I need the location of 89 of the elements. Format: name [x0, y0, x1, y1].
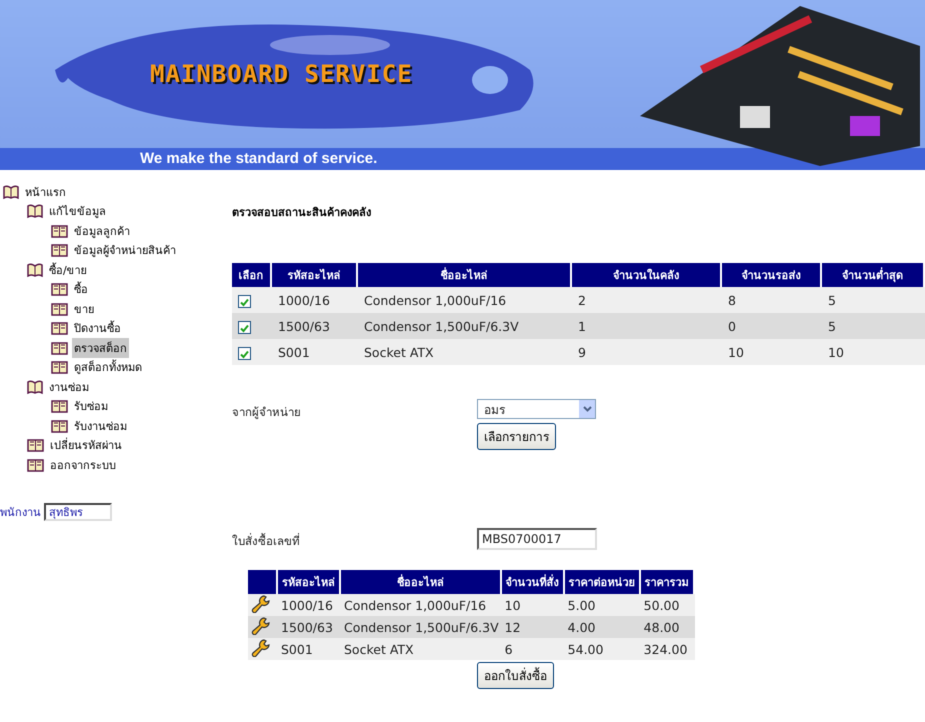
menu-item[interactable]: ข้อมูลลูกค้า: [72, 220, 132, 241]
column-header: เลือก: [232, 263, 272, 287]
employee-label: พนักงาน: [0, 504, 41, 520]
table-cell: 54.00: [564, 638, 641, 660]
book-icon: [27, 458, 44, 472]
table-cell: 10: [822, 339, 925, 365]
open-book-icon: [3, 184, 19, 199]
column-header: รหัสอะไหล่: [272, 263, 358, 287]
table-cell: 5: [822, 313, 925, 339]
table-cell: Condensor 1,500uF/6.3V: [341, 616, 502, 638]
checkbox[interactable]: [238, 320, 251, 334]
column-header: ชื่ออะไหล่: [341, 570, 502, 594]
menu-item[interactable]: ตรวจสต็อก: [72, 338, 129, 358]
column-header: จำนวนต่ำสุด: [822, 263, 925, 287]
column-header: จำนวนรอส่ง: [722, 263, 822, 287]
table-cell: 1000/16: [278, 594, 341, 616]
book-icon: [51, 224, 68, 238]
table-cell: 10: [722, 339, 822, 365]
table-cell: 0: [722, 313, 822, 339]
table-cell: Condensor 1,000uF/16: [341, 594, 502, 616]
table-cell: 10: [502, 594, 565, 616]
menu-item[interactable]: ซื้อ/ขาย: [47, 260, 89, 280]
table-cell: 1500/63: [272, 313, 358, 339]
table-cell: 1: [572, 313, 722, 339]
book-icon: [51, 302, 68, 316]
select-items-button[interactable]: เลือกรายการ: [477, 423, 556, 450]
menu-item[interactable]: ปิดงานซื้อ: [72, 318, 123, 338]
menu-item[interactable]: ขาย: [72, 298, 96, 319]
menu-item[interactable]: หน้าแรก: [23, 182, 68, 202]
table-cell: 8: [722, 287, 822, 313]
table-cell: 5: [822, 287, 925, 313]
checkbox[interactable]: [238, 346, 251, 360]
book-icon: [51, 282, 68, 296]
menu-item[interactable]: ข้อมูลผู้จำหน่ายสินค้า: [72, 240, 178, 260]
menu-item[interactable]: รับซ่อม: [72, 396, 110, 416]
table-cell: 1500/63: [278, 616, 341, 638]
book-icon: [51, 321, 68, 336]
employee-field[interactable]: สุทธิพร: [44, 502, 112, 520]
open-book-icon: [27, 204, 43, 218]
menu-item[interactable]: แก้ไขข้อมูล: [47, 201, 108, 222]
menu-item[interactable]: ออกจากระบบ: [48, 454, 118, 475]
table-cell: 2: [572, 287, 722, 313]
order-number-field[interactable]: MBS0700017: [477, 528, 597, 550]
book-icon: [51, 418, 68, 433]
checkbox[interactable]: [238, 294, 251, 308]
menu-item[interactable]: เปลี่ยนรหัสผ่าน: [48, 435, 124, 456]
column-header: จำนวนที่สั่ง: [502, 570, 565, 594]
menu-item[interactable]: ดูสต็อกทั้งหมด: [72, 357, 144, 378]
column-header: รหัสอะไหล่: [278, 570, 341, 594]
table-cell: 6: [502, 638, 565, 660]
menu-item[interactable]: รับงานซ่อม: [72, 416, 129, 436]
table-cell: Socket ATX: [341, 638, 502, 660]
table-cell: S001: [278, 638, 341, 660]
table-cell: 48.00: [640, 616, 695, 638]
table-cell: Condensor 1,000uF/16: [358, 287, 572, 313]
column-header: ราคาต่อหน่วย: [564, 570, 641, 594]
table-cell: 12: [502, 616, 565, 638]
chevron-down-icon: [582, 406, 592, 412]
table-cell: 4.00: [564, 616, 641, 638]
book-icon: [27, 438, 44, 452]
table-cell: Socket ATX: [358, 339, 572, 365]
menu-item[interactable]: ซื้อ: [72, 279, 90, 300]
table-cell: Condensor 1,500uF/6.3V: [358, 313, 572, 339]
table-cell: 50.00: [640, 594, 695, 616]
wrench-icon[interactable]: [251, 594, 271, 612]
book-icon: [51, 360, 68, 374]
wrench-icon[interactable]: [251, 638, 271, 656]
book-icon: [51, 340, 68, 355]
open-book-icon: [27, 380, 43, 394]
banner-tagline: We make the standard of service.: [140, 150, 378, 167]
column-header: จำนวนในคลัง: [572, 263, 722, 287]
issue-order-button[interactable]: ออกใบสั่งซื้อ: [477, 662, 554, 689]
page-heading: ตรวจสอบสถานะสินค้าคงคลัง: [232, 205, 372, 221]
table-cell: 1000/16: [272, 287, 358, 313]
table-cell: S001: [272, 339, 358, 365]
open-book-icon: [27, 262, 43, 277]
column-header: ชื่ออะไหล่: [358, 263, 572, 287]
book-icon: [51, 243, 68, 258]
supplier-dropdown[interactable]: อมร: [477, 399, 596, 419]
banner-title: MAINBOARD SERVICE: [150, 60, 413, 88]
supplier-label: จากผู้จำหน่าย: [232, 404, 302, 421]
wrench-icon[interactable]: [251, 616, 271, 634]
table-cell: 9: [572, 339, 722, 365]
table-cell: 324.00: [640, 638, 695, 660]
menu-item[interactable]: งานซ่อม: [47, 376, 91, 397]
book-icon: [51, 399, 68, 414]
table-cell: 5.00: [564, 594, 641, 616]
order-number-label: ใบสั่งซื้อเลขที่: [232, 532, 301, 550]
column-header: ราคารวม: [640, 570, 695, 594]
